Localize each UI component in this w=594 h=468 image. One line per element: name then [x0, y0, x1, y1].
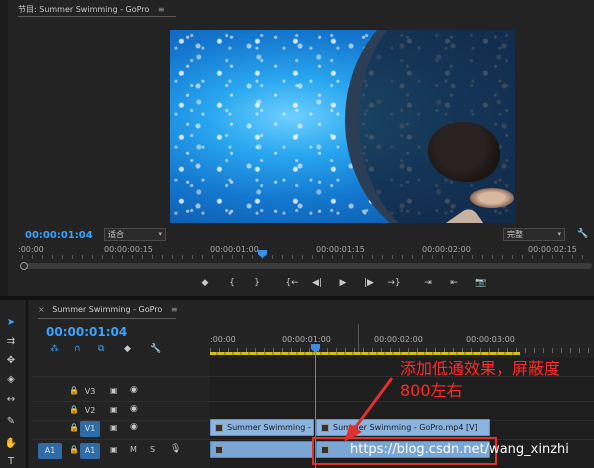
go-to-out-button[interactable]: →}	[386, 276, 402, 290]
lock-icon[interactable]: 🔒	[69, 386, 79, 395]
video-clip[interactable]: Summer Swimming - G	[210, 419, 314, 436]
program-monitor-title-text: 节目: Summer Swimming - GoPro	[18, 5, 150, 14]
linked-selection-icon[interactable]: ⧉	[98, 344, 104, 354]
ripple-edit-tool-icon[interactable]: ✥	[3, 353, 19, 369]
microphone-icon[interactable]: 🎙	[170, 444, 181, 454]
playback-resolution-dropdown[interactable]: 完整 ▾	[503, 228, 565, 241]
play-button[interactable]: ▶	[335, 276, 351, 290]
hand-tool-icon[interactable]: ✋	[3, 436, 19, 452]
transport-controls: ◆ { } {← ◀| ▶ |▶ →} ⇥ ⇤ 📷	[0, 276, 594, 290]
step-forward-button[interactable]: |▶	[361, 276, 377, 290]
zoom-fit-dropdown[interactable]: 适合 ▾	[104, 228, 166, 241]
playback-resolution-value: 完整	[507, 230, 523, 239]
fx-badge-icon	[321, 423, 329, 432]
sync-lock-film-icon[interactable]: ▣	[110, 386, 118, 395]
zoom-scroll-bar[interactable]	[20, 262, 592, 270]
selection-tool-icon[interactable]: ➤	[3, 315, 19, 331]
eye-icon[interactable]: ◉	[130, 404, 138, 414]
panel-menu-icon[interactable]: ≡	[171, 305, 178, 314]
video-clip[interactable]: Summer Swimming - GoPro.mp4 [V]	[316, 419, 490, 436]
audio-clip[interactable]	[210, 441, 314, 458]
step-back-button[interactable]: ◀|	[309, 276, 325, 290]
sync-lock-film-icon[interactable]: ▣	[110, 405, 118, 414]
lock-icon[interactable]: 🔒	[69, 445, 79, 454]
lock-icon[interactable]: 🔒	[69, 405, 79, 414]
eye-icon[interactable]: ◉	[130, 385, 138, 395]
clip-label: Summer Swimming - G	[227, 423, 314, 432]
annotation-text: 添加低通效果，屏蔽度800左右	[400, 359, 561, 400]
timeline-timecode[interactable]: 00:00:01:04	[46, 325, 127, 339]
track-label-v3[interactable]: V3	[80, 384, 100, 400]
timeline-toolbar: ⁂ ∩ ⧉ ◆ 🔧	[46, 344, 166, 356]
timeline-settings-wrench-icon[interactable]: 🔧	[150, 344, 161, 354]
watermark: https://blog.csdn.net/wang_xinzhi	[350, 442, 569, 457]
track-header-v2: 🔒 V2 ▣ ◉	[32, 403, 208, 421]
panel-menu-icon[interactable]: ≡	[158, 5, 165, 14]
track-label-a1[interactable]: A1	[80, 443, 100, 459]
track-header-v1: 🔒 V1 ▣ ◉	[32, 421, 208, 439]
nest-sequences-icon[interactable]: ⁂	[50, 344, 59, 354]
video-preview	[170, 30, 515, 223]
solo-button[interactable]: S	[150, 445, 155, 454]
sync-lock-film-icon[interactable]: ▣	[110, 423, 118, 432]
track-header-v3: 🔒 V3 ▣ ◉	[32, 384, 208, 402]
left-panel-edge	[0, 0, 8, 296]
add-marker-button[interactable]: ◆	[197, 276, 213, 290]
lock-icon[interactable]: 🔒	[69, 423, 79, 432]
ruler-label: 00:00:02:00	[374, 335, 423, 344]
mark-in-button[interactable]: {	[224, 276, 240, 290]
mark-out-button[interactable]: }	[249, 276, 265, 290]
ruler-label: 00:00:00:15	[104, 245, 153, 254]
extract-button[interactable]: ⇤	[446, 276, 462, 290]
program-monitor-title[interactable]: 节目: Summer Swimming - GoPro ≡	[18, 3, 165, 17]
tools-panel: ➤ ⇉ ✥ ◈ ↔ ✎ ✋ T	[0, 300, 28, 468]
scroll-handle[interactable]	[20, 262, 28, 270]
close-icon[interactable]: ×	[38, 305, 45, 314]
fx-badge-icon	[215, 445, 223, 454]
ruler-label: 00:00:01:15	[316, 245, 365, 254]
sequence-tab-label: Summer Swimming - GoPro	[52, 305, 163, 314]
settings-wrench-icon[interactable]: 🔧	[577, 229, 588, 239]
type-tool-icon[interactable]: T	[3, 454, 19, 468]
eye-icon[interactable]: ◉	[130, 422, 138, 432]
go-to-in-button[interactable]: {←	[284, 276, 300, 290]
monitor-time-ruler[interactable]: :00:00 00:00:00:15 00:00:01:00 00:00:01:…	[18, 243, 594, 259]
track-header-a1: A1 🔒 A1 ▣ M S 🎙	[32, 443, 208, 461]
sync-lock-film-icon[interactable]: ▣	[110, 445, 118, 454]
track-select-tool-icon[interactable]: ⇉	[3, 334, 19, 350]
ruler-label: 00:00:02:00	[422, 245, 471, 254]
track-label-v1[interactable]: V1	[80, 421, 100, 437]
tab-underline	[38, 318, 176, 319]
fx-badge-icon	[215, 423, 223, 432]
ruler-label: :00:00	[18, 245, 44, 254]
playhead-timecode[interactable]: 00:00:01:04	[25, 230, 93, 241]
swimmer-head	[428, 122, 500, 182]
ruler-label: 00:00:01:00	[282, 335, 331, 344]
lift-button[interactable]: ⇥	[420, 276, 436, 290]
chevron-down-icon: ▾	[557, 230, 561, 238]
ruler-label: 00:00:01:00	[210, 245, 259, 254]
swimmer-face	[470, 188, 514, 208]
sequence-tab[interactable]: × Summer Swimming - GoPro ≡	[38, 305, 178, 314]
add-marker-icon[interactable]: ◆	[124, 344, 131, 354]
slip-tool-icon[interactable]: ↔	[3, 392, 19, 408]
snap-magnet-icon[interactable]: ∩	[74, 344, 81, 354]
timeline-ruler[interactable]: :00:00 00:00:01:00 00:00:02:00 00:00:03:…	[210, 324, 594, 354]
source-patch-a1[interactable]: A1	[38, 443, 62, 459]
track-label-v2[interactable]: V2	[80, 403, 100, 419]
razor-tool-icon[interactable]: ◈	[3, 372, 19, 388]
ruler-label: :00:00	[210, 335, 236, 344]
export-frame-camera-icon[interactable]: 📷	[473, 276, 489, 290]
ruler-ticks	[22, 255, 592, 259]
ruler-label: 00:00:03:00	[466, 335, 515, 344]
ruler-label: 00:00:02:15	[528, 245, 577, 254]
clip-label: Summer Swimming - GoPro.mp4 [V]	[333, 423, 478, 432]
zoom-fit-value: 适合	[108, 230, 124, 239]
program-monitor-panel: 节目: Summer Swimming - GoPro ≡ 00:00:01:0…	[0, 0, 594, 296]
pen-tool-icon[interactable]: ✎	[3, 414, 19, 430]
mute-button[interactable]: M	[130, 445, 137, 454]
tab-underline	[18, 16, 176, 17]
chevron-down-icon: ▾	[158, 230, 162, 238]
work-area-bar[interactable]	[210, 352, 520, 355]
